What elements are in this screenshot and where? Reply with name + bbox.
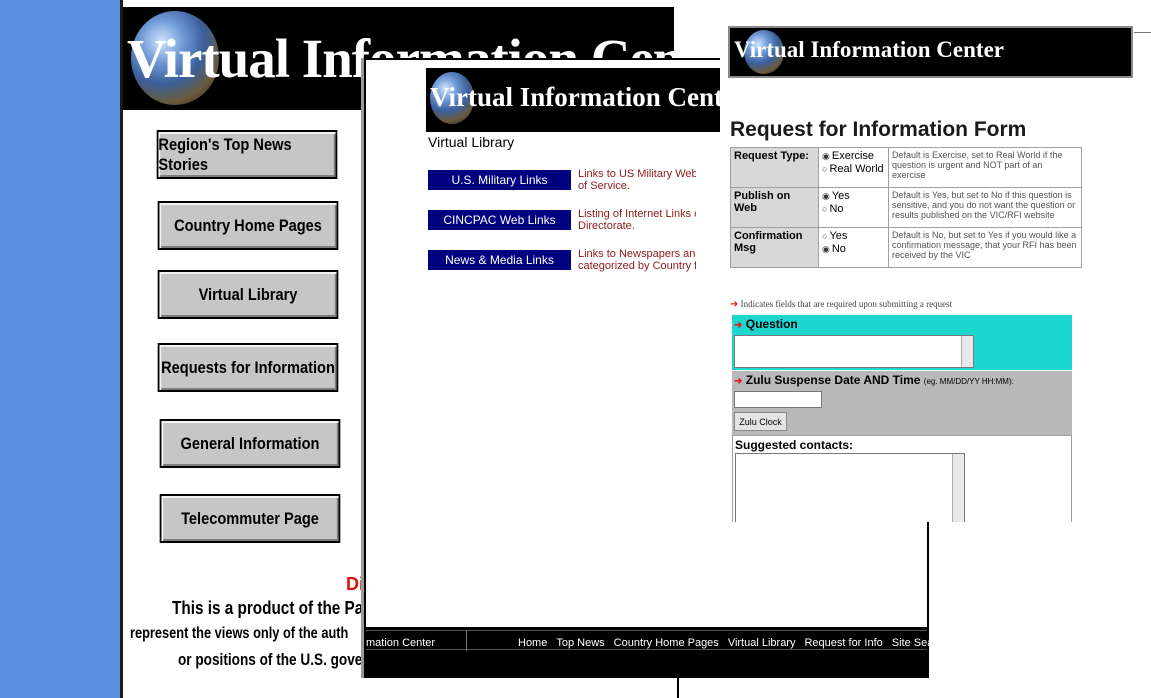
radio-selected-icon: ◉ — [822, 151, 830, 161]
required-note-text: Indicates fields that are required upon … — [740, 299, 953, 309]
question-section: ➜ Question — [732, 315, 1072, 370]
option-choices: ◉ Exercise ○ Real World — [818, 147, 889, 188]
left-blue-strip — [0, 0, 123, 698]
footer-brand: mation Center — [366, 637, 436, 649]
disclaimer-heading: Di — [346, 574, 364, 594]
option-choices: ◉ Yes ○ No — [818, 187, 889, 228]
scrollbar[interactable] — [952, 454, 964, 522]
footer-nav: Home Top News Country Home Pages Virtual… — [518, 637, 949, 649]
nav-button-general-information[interactable]: General Information — [159, 419, 341, 468]
link-button-news-media[interactable]: News & Media Links — [428, 250, 571, 270]
radio-option-exercise[interactable]: ◉ Exercise — [822, 150, 885, 163]
footer-link-country-home-pages[interactable]: Country Home Pages — [614, 637, 719, 649]
link-button-us-military[interactable]: U.S. Military Links — [428, 170, 571, 190]
footer-link-top-news[interactable]: Top News — [556, 637, 604, 649]
option-note: Default is No, but set to Yes if you wou… — [888, 227, 1082, 268]
footer-link-request-for-info[interactable]: Request for Info — [804, 637, 882, 649]
rfi-form-title: Request for Information Form — [730, 118, 1027, 141]
nav-button-telecommuter-page[interactable]: Telecommuter Page — [159, 494, 341, 543]
radio-label: Yes — [829, 230, 848, 242]
radio-label: No — [829, 203, 844, 215]
link-description-line: Directorate. — [578, 220, 635, 232]
nav-button-country-home-pages[interactable]: Country Home Pages — [157, 201, 339, 250]
zulu-label-text: Zulu Suspense Date AND Time — [745, 373, 921, 387]
radio-label: No — [831, 243, 846, 255]
question-label-text: Question — [745, 317, 798, 331]
disclaimer-line: This is a product of the Pacific — [172, 598, 394, 618]
option-label: Confirmation Msg — [730, 227, 819, 268]
library-banner-title: Virtual Information Center — [430, 82, 726, 112]
zulu-clock-button[interactable]: Zulu Clock — [734, 412, 787, 431]
radio-label: Real World — [829, 163, 884, 175]
zulu-format-hint: (eg. MM/DD/YY HH:MM): — [923, 377, 1014, 386]
rfi-options-table: Request Type: ◉ Exercise ○ Real World Defa… — [730, 147, 1082, 268]
radio-option-real-world[interactable]: ○ Real World — [822, 163, 885, 176]
radio-option-no[interactable]: ◉ No — [822, 243, 885, 256]
option-label: Request Type: — [730, 147, 819, 188]
divider-line — [844, 676, 916, 678]
link-description: Links to Newspapers and News Me categori… — [578, 248, 696, 272]
radio-option-yes[interactable]: ◉ Yes — [822, 190, 885, 203]
suggested-contacts-section: Suggested contacts: — [732, 435, 1072, 522]
radio-option-yes[interactable]: ○ Yes — [822, 230, 885, 243]
required-fields-note: ➜ Indicates fields that are required upo… — [730, 299, 952, 310]
option-row-request-type: Request Type: ◉ Exercise ○ Real World Defa… — [730, 147, 1082, 188]
link-description-line: Links to Newspapers and News Me — [578, 248, 696, 260]
rfi-form-window: Virtual Information Center Request for I… — [720, 22, 1151, 522]
suggested-contacts-label: Suggested contacts: — [735, 438, 854, 452]
divider-line — [1134, 32, 1151, 33]
link-description-line: categorized by Country for quick re — [578, 260, 696, 272]
footer-divider — [466, 631, 467, 651]
option-choices: ○ Yes ◉ No — [818, 227, 889, 268]
footer-nav-band: mation Center Home Top News Country Home… — [366, 630, 949, 651]
nav-button-top-news[interactable]: Region's Top News Stories — [156, 130, 338, 179]
link-description-line: of Service. — [578, 180, 630, 192]
option-note: Default is Yes, but set to No if this qu… — [888, 187, 1082, 228]
link-button-cincpac-web[interactable]: CINCPAC Web Links — [428, 210, 571, 230]
link-description: Links to US Military Web Sites onli of S… — [578, 168, 696, 192]
divider-line — [677, 675, 679, 698]
question-label: ➜ Question — [734, 317, 798, 331]
radio-empty-icon: ○ — [822, 231, 828, 241]
library-banner: Virtual Information Center — [426, 68, 726, 132]
option-note: Default is Exercise, set to Real World i… — [888, 147, 1082, 188]
zulu-datetime-input[interactable] — [734, 391, 822, 408]
disclaimer-line: or positions of the U.S. gover — [178, 650, 368, 669]
option-row-publish-on-web: Publish on Web ◉ Yes ○ No Default is Yes, … — [730, 187, 1082, 228]
link-description-line: Listing of Internet Links commonly — [578, 208, 696, 220]
nav-button-requests-for-information[interactable]: Requests for Information — [157, 343, 339, 392]
rfi-banner: Virtual Information Center — [728, 26, 1133, 78]
library-footer: mation Center Home Top News Country Home… — [366, 627, 949, 676]
question-textarea[interactable] — [734, 335, 974, 368]
footer-link-virtual-library[interactable]: Virtual Library — [728, 637, 796, 649]
required-arrow-icon: ➜ — [734, 320, 743, 331]
library-heading: Virtual Library — [428, 134, 515, 150]
radio-label: Exercise — [831, 150, 875, 162]
suggested-contacts-textarea[interactable] — [735, 453, 965, 522]
radio-option-no[interactable]: ○ No — [822, 203, 885, 216]
option-row-confirmation-msg: Confirmation Msg ○ Yes ◉ No Default is No,… — [730, 227, 1082, 268]
radio-label: Yes — [831, 190, 850, 202]
required-arrow-icon: ➜ — [734, 376, 743, 387]
rfi-banner-title: Virtual Information Center — [734, 37, 1004, 62]
footer-link-home[interactable]: Home — [518, 637, 547, 649]
option-label: Publish on Web — [730, 187, 819, 228]
disclaimer-line: represent the views only of the auth — [130, 625, 349, 642]
link-description: Listing of Internet Links commonly Direc… — [578, 208, 696, 232]
nav-button-virtual-library[interactable]: Virtual Library — [157, 270, 339, 319]
footer-link-site-search[interactable]: Site Search — [892, 637, 949, 649]
zulu-label: ➜ Zulu Suspense Date AND Time (eg. MM/DD… — [734, 373, 1014, 387]
scrollbar[interactable] — [961, 336, 973, 367]
required-arrow-icon: ➜ — [730, 299, 739, 310]
link-description-line: Links to US Military Web Sites onli — [578, 168, 696, 180]
radio-empty-icon: ○ — [822, 204, 828, 214]
zulu-suspense-section: ➜ Zulu Suspense Date AND Time (eg. MM/DD… — [732, 371, 1072, 435]
radio-selected-icon: ◉ — [822, 191, 830, 201]
radio-empty-icon: ○ — [822, 164, 828, 174]
radio-selected-icon: ◉ — [822, 244, 830, 254]
